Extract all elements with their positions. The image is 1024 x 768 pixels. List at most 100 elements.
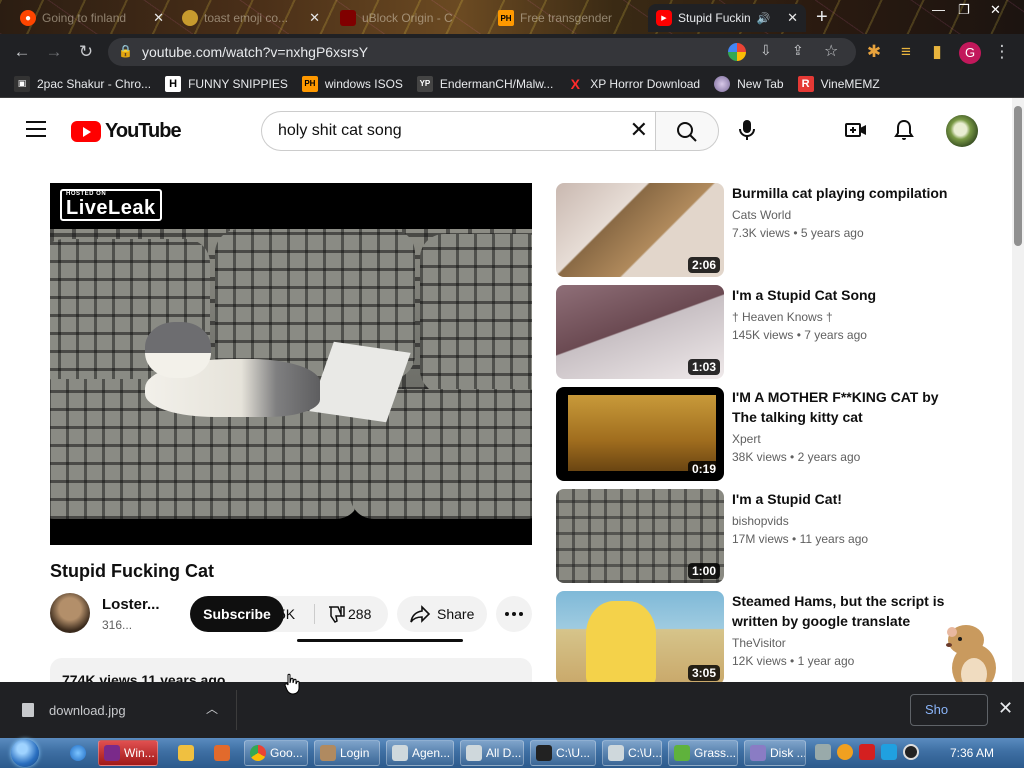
bookmark-funny-snippies[interactable]: H FUNNY SNIPPIES — [165, 75, 288, 92]
video-thumbnail[interactable]: 1:03 — [556, 285, 724, 379]
share-page-icon[interactable]: ⇪ — [792, 42, 804, 59]
channel-avatar[interactable] — [50, 593, 90, 633]
reload-icon[interactable]: ↻ — [76, 42, 96, 62]
profile-avatar[interactable]: G — [959, 42, 981, 64]
taskbar-winrar[interactable]: Win... — [98, 740, 158, 766]
taskbar-7zip[interactable]: C:\U... — [530, 740, 596, 766]
chevron-up-icon[interactable]: ︿ — [206, 700, 218, 717]
rec-channel[interactable]: Cats World — [732, 208, 791, 222]
scrollbar-thumb[interactable] — [1014, 106, 1022, 246]
dislike-count[interactable]: 288 — [348, 606, 371, 622]
taskbar-disk[interactable]: Disk ... — [744, 740, 806, 766]
close-tab-icon[interactable]: ✕ — [153, 10, 164, 26]
channel-name[interactable]: Loster... — [102, 596, 160, 613]
bookmark-vinememz[interactable]: R VineMEMZ — [797, 75, 880, 92]
show-all-button[interactable]: Sho — [910, 694, 988, 726]
search-query-text[interactable]: holy shit cat song — [278, 122, 402, 140]
tray-search-icon[interactable] — [837, 744, 853, 760]
bookmark-2pac[interactable]: ▣ 2pac Shakur - Chro... — [14, 75, 151, 92]
account-avatar[interactable] — [946, 115, 978, 147]
side-panel-icon[interactable]: ▮ — [927, 42, 947, 62]
voice-search-mic-icon[interactable] — [734, 117, 760, 143]
search-button[interactable] — [655, 111, 719, 151]
back-icon[interactable]: ← — [12, 42, 32, 62]
rec-channel[interactable]: † Heaven Knows † — [732, 310, 833, 324]
address-bar[interactable]: 🔒 youtube.com/watch?v=nxhgP6xsrsY ⇩ ⇪ ☆ — [108, 38, 856, 66]
forward-icon[interactable]: → — [44, 42, 64, 62]
tray-volume-icon[interactable] — [903, 744, 919, 760]
create-video-icon[interactable] — [844, 118, 868, 142]
url-text[interactable]: youtube.com/watch?v=nxhgP6xsrsY — [142, 44, 368, 60]
share-button[interactable]: Share — [397, 596, 487, 632]
rec-title[interactable]: Steamed Hams, but the script is written … — [732, 591, 956, 631]
recommendation-item[interactable]: 3:05 Steamed Hams, but the script is wri… — [556, 591, 956, 685]
share-label: Share — [437, 606, 475, 622]
taskbar-agent[interactable]: Agen... — [386, 740, 454, 766]
google-lens-icon[interactable] — [728, 43, 746, 61]
tab-ublock[interactable]: uBlock Origin - C — [332, 4, 482, 32]
restore-icon[interactable]: ❐ — [958, 2, 970, 18]
taskbar-login[interactable]: Login — [314, 740, 380, 766]
rec-channel[interactable]: Xpert — [732, 432, 761, 446]
taskbar-paint-pin[interactable] — [208, 740, 236, 766]
tray-network-icon[interactable] — [881, 744, 897, 760]
media-controls-icon[interactable]: ≡ — [896, 42, 916, 62]
menu-hamburger-icon[interactable] — [26, 121, 46, 137]
video-thumbnail[interactable]: 0:19 — [556, 387, 724, 481]
recommendation-item[interactable]: 1:03 I'm a Stupid Cat Song † Heaven Know… — [556, 285, 956, 379]
taskbar-media-pin[interactable] — [172, 740, 200, 766]
lock-icon[interactable]: 🔒 — [118, 44, 133, 58]
taskbar-clock[interactable]: 7:36 AM — [950, 746, 994, 760]
rec-channel[interactable]: bishopvids — [732, 514, 789, 528]
tab-ph[interactable]: PH Free transgender — [490, 4, 642, 32]
dislike-thumb-icon[interactable] — [326, 604, 346, 624]
bookmark-windows-isos[interactable]: PH windows ISOS — [301, 75, 403, 92]
video-thumbnail[interactable]: 3:05 — [556, 591, 724, 685]
subscribe-button[interactable]: Subscribe — [190, 596, 284, 632]
bookmark-new-tab[interactable]: New Tab — [714, 75, 784, 92]
taskbar-all-d[interactable]: All D... — [460, 740, 524, 766]
audio-playing-icon[interactable]: 🔊 — [757, 12, 771, 25]
rec-age: 1 year ago — [797, 654, 855, 668]
tab-reddit[interactable]: ● Going to finland ✕ — [12, 4, 172, 32]
recommendation-item[interactable]: 1:00 I'm a Stupid Cat! bishopvids 17M vi… — [556, 489, 956, 583]
rec-title[interactable]: Burmilla cat playing compilation — [732, 183, 956, 203]
minimize-icon[interactable]: — — [932, 2, 945, 17]
download-filename[interactable]: download.jpg — [49, 703, 126, 718]
taskbar-grass[interactable]: Grass... — [668, 740, 738, 766]
clear-search-icon[interactable]: ✕ — [630, 118, 648, 142]
recommendation-item[interactable]: 0:19 I'M A MOTHER F**KING CAT by The tal… — [556, 387, 956, 481]
close-download-bar-icon[interactable]: ✕ — [998, 698, 1013, 719]
extensions-puzzle-icon[interactable]: ✱ — [864, 42, 884, 62]
start-button[interactable] — [6, 738, 44, 768]
video-thumbnail[interactable]: 2:06 — [556, 183, 724, 277]
rec-title[interactable]: I'm a Stupid Cat! — [732, 489, 956, 509]
search-input[interactable]: holy shit cat song ✕ — [261, 111, 656, 151]
rec-channel[interactable]: TheVisitor — [732, 636, 786, 650]
more-actions-button[interactable] — [496, 596, 532, 632]
taskbar-ie-pin[interactable] — [64, 740, 92, 766]
tray-app-icon[interactable] — [815, 744, 831, 760]
video-player[interactable]: HOSTED ON LiveLeak — [50, 183, 532, 545]
bookmark-star-icon[interactable]: ☆ — [824, 41, 838, 61]
bookmark-xp-horror[interactable]: X XP Horror Download — [567, 76, 701, 92]
tab-youtube-active[interactable]: ▶ Stupid Fuckin 🔊 ✕ — [648, 4, 806, 32]
tab-toast-emoji[interactable]: toast emoji co... ✕ — [174, 4, 328, 32]
notifications-bell-icon[interactable] — [892, 118, 916, 142]
install-app-icon[interactable]: ⇩ — [760, 42, 772, 59]
chrome-menu-icon[interactable]: ⋮ — [992, 42, 1012, 62]
taskbar-explorer[interactable]: C:\U... — [602, 740, 662, 766]
close-window-icon[interactable]: ✕ — [990, 2, 1001, 18]
video-thumbnail[interactable]: 1:00 — [556, 489, 724, 583]
recommendation-item[interactable]: 2:06 Burmilla cat playing compilation Ca… — [556, 183, 956, 277]
close-tab-icon[interactable]: ✕ — [309, 10, 320, 26]
bookmark-endermanch[interactable]: YP EndermanCH/Malw... — [416, 75, 553, 92]
page-scrollbar[interactable] — [1012, 98, 1024, 682]
rec-title[interactable]: I'm a Stupid Cat Song — [732, 285, 956, 305]
close-tab-icon[interactable]: ✕ — [787, 10, 798, 26]
new-tab-button[interactable]: + — [816, 6, 828, 29]
taskbar-chrome[interactable]: Goo... — [244, 740, 308, 766]
rec-title[interactable]: I'M A MOTHER F**KING CAT by The talking … — [732, 387, 956, 427]
tray-flag-icon[interactable] — [859, 744, 875, 760]
youtube-logo[interactable]: YouTube — [71, 120, 182, 143]
